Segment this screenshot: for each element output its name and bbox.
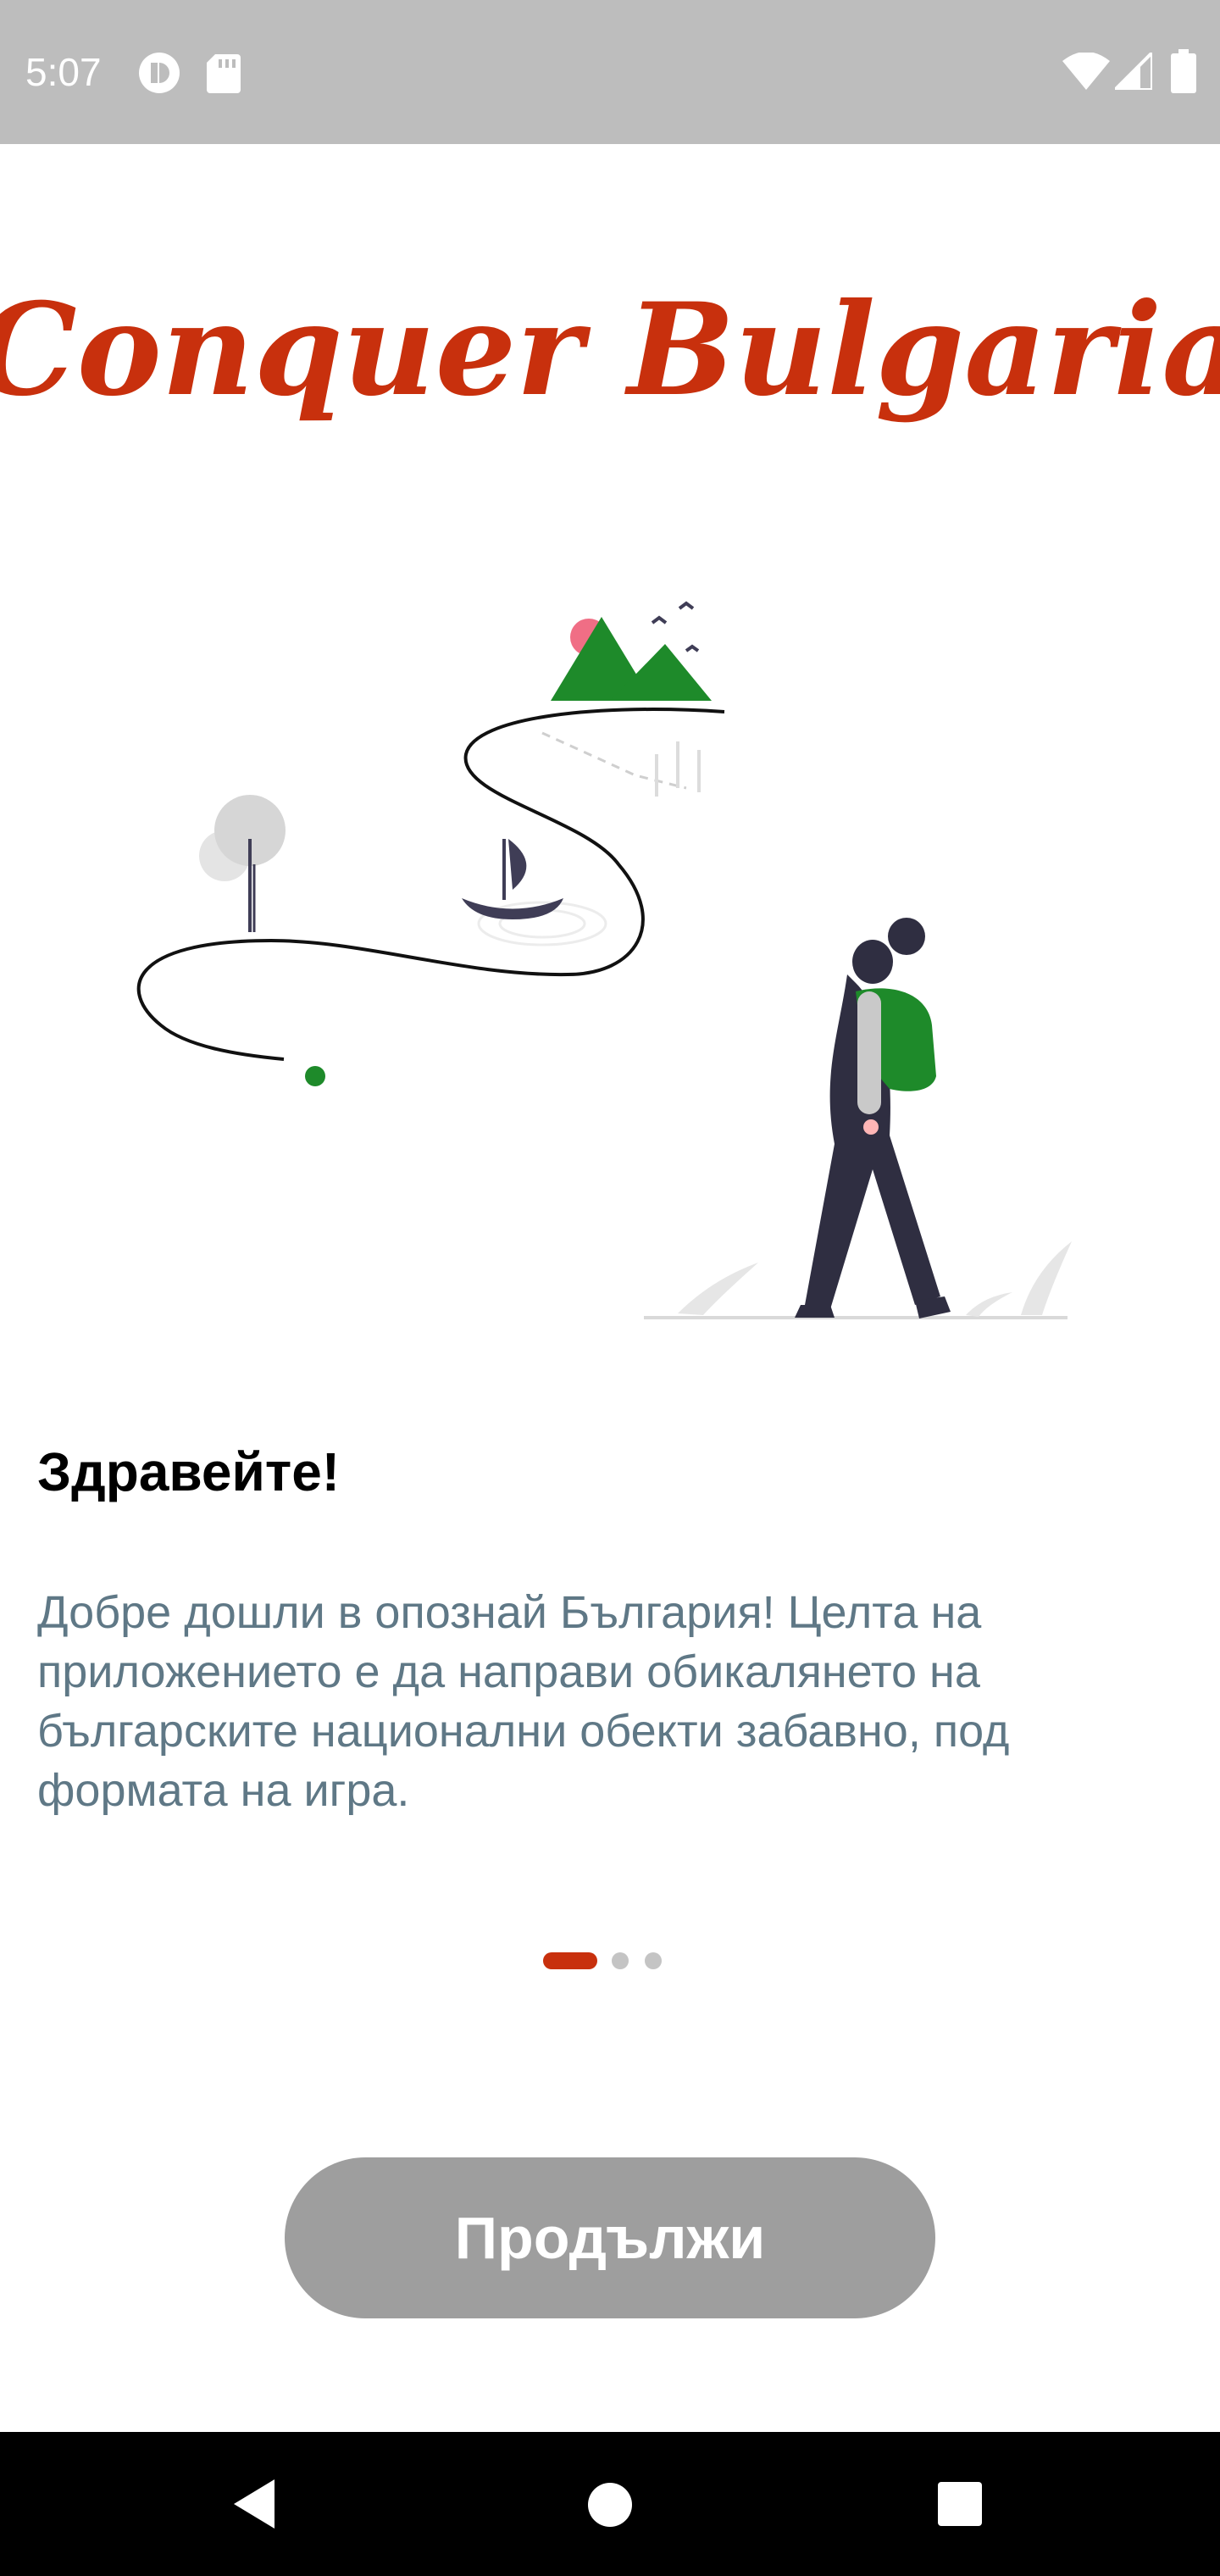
status-time: 5:07 xyxy=(25,50,102,94)
page-dot-active xyxy=(543,1952,597,1969)
home-icon[interactable] xyxy=(586,2481,634,2529)
page-dot xyxy=(645,1952,662,1969)
system-nav-bar xyxy=(0,2432,1220,2576)
continue-button[interactable]: Продължи xyxy=(285,2157,935,2318)
app-notification-icon xyxy=(139,53,180,93)
onboarding-title: Здравейте! xyxy=(37,1441,341,1502)
trail-path xyxy=(136,708,725,1061)
battery-icon xyxy=(1171,49,1196,93)
hiker-illustration xyxy=(136,601,1072,1319)
logo-text: Conquer Bulgaria xyxy=(0,275,1220,425)
status-bar: 5:07 xyxy=(0,0,1220,144)
sd-card-icon xyxy=(207,54,241,93)
hiker-figure xyxy=(795,918,951,1319)
recents-icon[interactable] xyxy=(937,2481,983,2527)
cell-signal-icon xyxy=(1115,53,1152,90)
onboarding-description: Добре дошли в опознай България! Целта на… xyxy=(37,1587,1010,1816)
page-dot xyxy=(612,1952,629,1969)
back-icon[interactable] xyxy=(229,2476,280,2532)
start-point xyxy=(305,1066,325,1086)
app-logo: Conquer Bulgaria xyxy=(0,254,1220,458)
wifi-icon xyxy=(1062,53,1110,90)
